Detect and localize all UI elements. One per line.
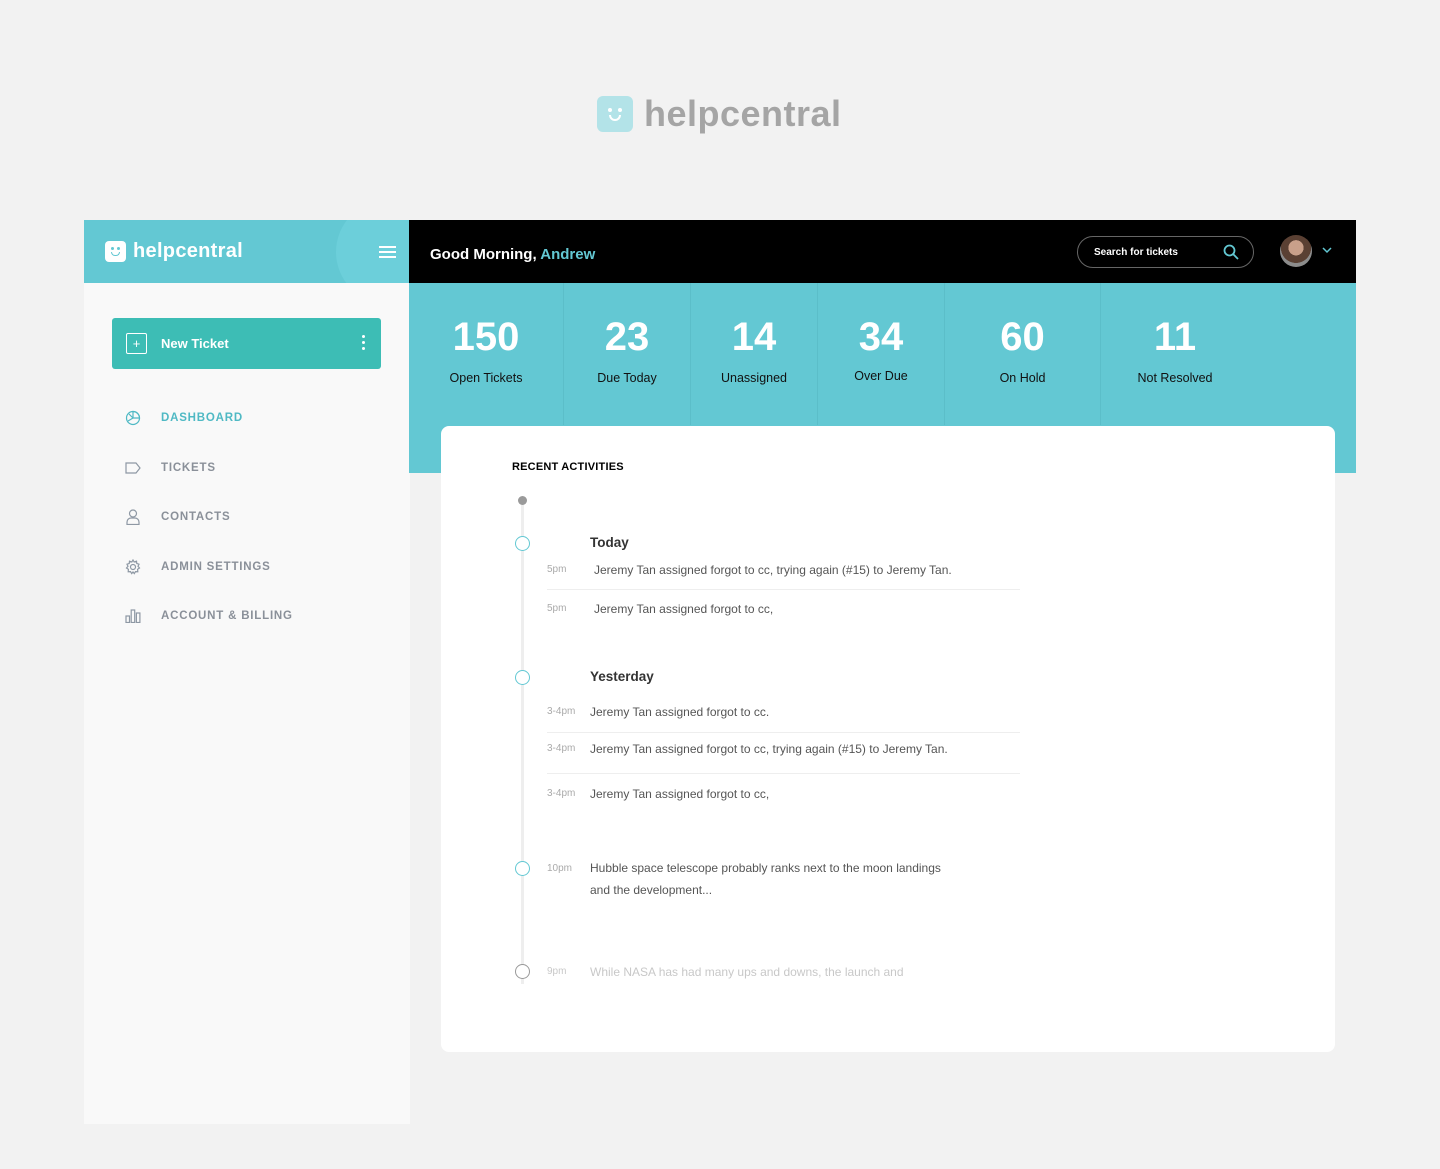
sidebar-item-label: ACCOUNT & BILLING: [161, 610, 293, 622]
search-input[interactable]: [1094, 246, 1214, 258]
search-icon[interactable]: [1223, 244, 1239, 260]
stat-label: Not Resolved: [1137, 371, 1213, 385]
new-ticket-label: New Ticket: [161, 336, 229, 351]
app-window: helpcentral + New Ticket DASHBOARD TICKE…: [84, 220, 1356, 1124]
tag-icon: [124, 459, 142, 477]
stat-value: 11: [1153, 315, 1197, 359]
sidebar-item-label: TICKETS: [161, 461, 216, 474]
activity-text: Jeremy Tan assigned forgot to cc,: [590, 787, 770, 801]
activity-text: Jeremy Tan assigned forgot to cc,: [594, 602, 774, 616]
search-box: [1077, 236, 1254, 268]
stat-value: 60: [1000, 315, 1045, 359]
timeline-node: [515, 536, 530, 551]
stat-label: On Hold: [999, 371, 1046, 385]
timeline-node: [515, 964, 530, 979]
header-circle-decoration: [336, 220, 410, 283]
smiley-logo-icon: [105, 241, 126, 262]
sidebar-brand-name: helpcentral: [133, 240, 243, 262]
timeline-line: [521, 500, 524, 984]
sidebar-item-account-billing[interactable]: ACCOUNT & BILLING: [124, 606, 293, 626]
activity-text-line2: and the development...: [590, 883, 713, 897]
gear-icon: [124, 558, 142, 576]
dashboard-icon: [124, 409, 142, 427]
sidebar-item-label: CONTACTS: [161, 511, 231, 523]
activity-time: 10pm: [547, 863, 573, 874]
activity-time: 3-4pm: [547, 706, 576, 717]
greeting-user-name: Andrew: [540, 246, 596, 263]
sidebar-item-label: ADMIN SETTINGS: [161, 560, 271, 573]
greeting-text: Good Morning,: [430, 246, 537, 263]
top-header: Good Morning, Andrew: [409, 220, 1356, 283]
stat-label: Open Tickets: [449, 371, 523, 385]
stat-open-tickets[interactable]: 150 Open Tickets: [409, 283, 564, 425]
sidebar-nav: DASHBOARD TICKETS CONTACTS ADMIN SETTING…: [124, 408, 293, 656]
stat-over-due[interactable]: 34 Over Due: [818, 283, 945, 425]
avatar[interactable]: [1280, 235, 1312, 267]
activity-time: 9pm: [547, 966, 567, 977]
more-options-icon[interactable]: [362, 335, 366, 353]
group-label-yesterday: Yesterday: [590, 669, 654, 684]
divider: [547, 589, 1020, 590]
sidebar: helpcentral + New Ticket DASHBOARD TICKE…: [84, 220, 410, 1124]
stat-value: 14: [731, 315, 777, 359]
timeline-node: [515, 670, 530, 685]
smiley-logo-icon: [597, 96, 633, 132]
activity-time: 5pm: [547, 564, 567, 575]
stat-due-today[interactable]: 23 Due Today: [564, 283, 691, 425]
activity-text: Jeremy Tan assigned forgot to cc, trying…: [590, 742, 948, 756]
divider: [547, 773, 1020, 774]
stat-value: 150: [452, 315, 520, 359]
stat-unassigned[interactable]: 14 Unassigned: [691, 283, 818, 425]
sidebar-item-label: DASHBOARD: [161, 412, 243, 424]
greeting: Good Morning, Andrew: [430, 246, 595, 263]
stat-label: Due Today: [597, 371, 657, 385]
activity-text: While NASA has had many ups and downs, t…: [590, 965, 904, 979]
divider: [547, 732, 1020, 733]
recent-activities-card: RECENT ACTIVITIES Today 5pm Jeremy Tan a…: [441, 426, 1335, 1052]
plus-icon: +: [126, 333, 147, 354]
stat-label: Over Due: [854, 369, 908, 383]
timeline-start-dot: [518, 496, 527, 505]
top-brand-logo: helpcentral: [597, 93, 842, 135]
stat-value: 34: [858, 315, 904, 359]
stat-value: 23: [604, 315, 650, 359]
new-ticket-button[interactable]: + New Ticket: [112, 318, 381, 369]
stat-on-hold[interactable]: 60 On Hold: [945, 283, 1101, 425]
chevron-down-icon[interactable]: [1321, 244, 1333, 256]
timeline-node: [515, 861, 530, 876]
sidebar-item-admin-settings[interactable]: ADMIN SETTINGS: [124, 557, 293, 577]
stat-label: Unassigned: [720, 371, 787, 385]
group-label-today: Today: [590, 535, 629, 550]
bar-chart-icon: [124, 607, 142, 625]
sidebar-item-dashboard[interactable]: DASHBOARD: [124, 408, 293, 428]
sidebar-item-contacts[interactable]: CONTACTS: [124, 507, 293, 527]
activity-text-line1: Hubble space telescope probably ranks ne…: [590, 861, 941, 875]
sidebar-item-tickets[interactable]: TICKETS: [124, 458, 293, 478]
top-brand-name: helpcentral: [644, 93, 842, 134]
hamburger-menu-icon[interactable]: [379, 246, 396, 258]
sidebar-header: helpcentral: [84, 220, 410, 283]
activity-time: 3-4pm: [547, 788, 576, 799]
activity-time: 5pm: [547, 603, 567, 614]
activity-time: 3-4pm: [547, 743, 576, 754]
card-title: RECENT ACTIVITIES: [512, 461, 624, 473]
user-icon: [124, 508, 142, 526]
stat-not-resolved[interactable]: 11 Not Resolved: [1101, 283, 1249, 425]
activity-text: Jeremy Tan assigned forgot to cc.: [590, 705, 770, 719]
activity-text: Jeremy Tan assigned forgot to cc, trying…: [594, 563, 952, 577]
